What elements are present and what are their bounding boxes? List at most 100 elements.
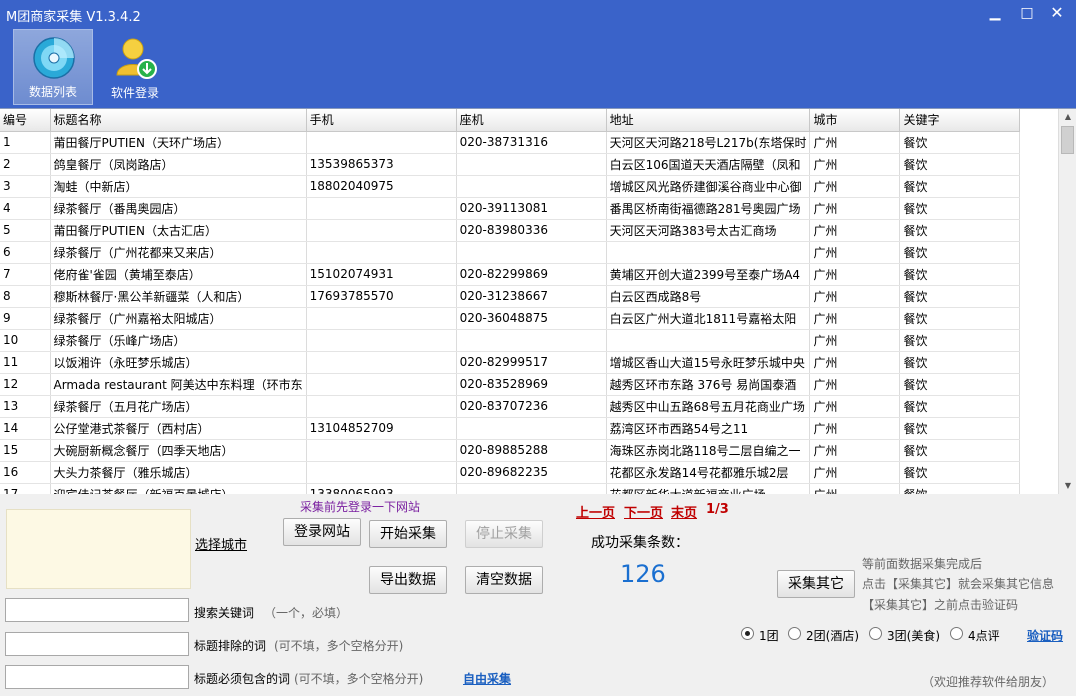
success-count-value: 126: [620, 560, 666, 588]
table-cell: 广州: [809, 285, 901, 308]
export-data-button[interactable]: 导出数据: [369, 566, 447, 594]
column-header[interactable]: 标题名称: [50, 109, 307, 132]
column-header[interactable]: 关键字: [899, 109, 1021, 132]
radio-option-label[interactable]: 3团(美食): [887, 627, 940, 644]
table-cell: 18802040975: [306, 175, 457, 198]
table-row[interactable]: 11 以饭湘许（永旺梦乐城店） 020-82999517 增城区香山大道15号永旺梦乐…: [0, 351, 1021, 374]
table-cell: 3: [0, 175, 51, 198]
data-list-button[interactable]: 数据列表: [13, 29, 93, 105]
radio-option-label[interactable]: 4点评: [968, 627, 1000, 644]
table-cell: 广州: [809, 197, 901, 220]
column-header[interactable]: 地址: [606, 109, 811, 132]
table-cell: 广州: [809, 351, 901, 374]
table-cell: 餐饮: [899, 439, 1021, 462]
table-row[interactable]: 5 莆田餐厅PUTIEN（太古汇店） 020-83980336 天河区天河路383号太…: [0, 219, 1021, 242]
close-button[interactable]: ✕: [1044, 3, 1070, 25]
table-row[interactable]: 14 公仔堂港式茶餐厅（西村店） 13104852709 荔湾区环市西路54号之11 广…: [0, 417, 1021, 440]
table-cell: 花都区新华大道新福商业广场: [606, 483, 811, 494]
maximize-button[interactable]: □: [1014, 3, 1040, 25]
captcha-link[interactable]: 验证码: [1027, 627, 1063, 644]
table-cell: 广州: [809, 153, 901, 176]
table-row[interactable]: 10 绿茶餐厅（乐峰广场店） 广州 餐饮: [0, 329, 1021, 352]
table-cell: 餐饮: [899, 197, 1021, 220]
next-page-link[interactable]: 下一页: [624, 502, 663, 521]
table-row[interactable]: 6 绿茶餐厅（广州花都来又来店） 广州 餐饮: [0, 241, 1021, 264]
table-cell: 大碗厨新概念餐厅（四季天地店）: [50, 439, 307, 462]
table-cell: 海珠区赤岗北路118号二层自编之一: [606, 439, 811, 462]
table-cell: 增城区香山大道15号永旺梦乐城中央: [606, 351, 811, 374]
toolbar: 数据列表 软件登录: [0, 28, 1076, 108]
collect-other-button[interactable]: 采集其它: [777, 570, 855, 598]
last-page-link[interactable]: 末页: [671, 502, 697, 521]
table-cell: 10: [0, 329, 51, 352]
table-cell: 14: [0, 417, 51, 440]
table-cell: 绿茶餐厅（广州嘉裕太阳城店）: [50, 307, 307, 330]
radio-option-1[interactable]: [741, 627, 754, 640]
table-cell: [306, 219, 457, 242]
stop-collect-button[interactable]: 停止采集: [465, 520, 543, 548]
column-header[interactable]: 手机: [306, 109, 457, 132]
table-cell: 7: [0, 263, 51, 286]
city-list-box[interactable]: [6, 509, 191, 589]
column-header[interactable]: 城市: [809, 109, 901, 132]
radio-option-label[interactable]: 2团(酒店): [806, 627, 859, 644]
table-cell: 广州: [809, 417, 901, 440]
table-cell: 白云区广州大道北1811号嘉裕太阳: [606, 307, 811, 330]
table-cell: [306, 197, 457, 220]
table-cell: 迎宾佳记茶餐厅（新福百景城店）: [50, 483, 307, 494]
radio-option-4[interactable]: [950, 627, 963, 640]
exclude-words-input[interactable]: [5, 632, 189, 656]
table-cell: 8: [0, 285, 51, 308]
table-cell: 黄埔区开创大道2399号至泰广场A4: [606, 263, 811, 286]
table-row[interactable]: 12 Armada restaurant 阿美达中东料理（环市东 020-83528…: [0, 373, 1021, 396]
login-hint: 采集前先登录一下网站: [300, 500, 421, 514]
table-cell: 餐饮: [899, 417, 1021, 440]
table-cell: 020-82299869: [456, 263, 607, 286]
include-hint: (可不填，多个空格分开): [294, 672, 424, 686]
table-cell: [606, 329, 811, 352]
table-row[interactable]: 4 绿茶餐厅（番禺奥园店） 020-39113081 番禺区桥南街福德路281号奥园广…: [0, 197, 1021, 220]
minimize-button[interactable]: ▁: [982, 3, 1008, 25]
column-header[interactable]: 座机: [456, 109, 607, 132]
data-table-area: 编号 标题名称 手机 座机 地址 城市 关键字 1 莆田餐厅PUTIEN（天环广场店） 020-…: [0, 108, 1076, 494]
include-words-input[interactable]: [5, 665, 189, 689]
start-collect-button[interactable]: 开始采集: [369, 520, 447, 548]
table-cell: 大头力茶餐厅（雅乐城店）: [50, 461, 307, 484]
prev-page-link[interactable]: 上一页: [576, 502, 615, 521]
table-row[interactable]: 15 大碗厨新概念餐厅（四季天地店） 020-89885288 海珠区赤岗北路118号…: [0, 439, 1021, 462]
scroll-thumb[interactable]: [1061, 126, 1074, 154]
radio-option-label[interactable]: 1团: [759, 627, 779, 644]
table-row[interactable]: 16 大头力茶餐厅（雅乐城店） 020-89682235 花都区永发路14号花都雅乐城…: [0, 461, 1021, 484]
table-cell: [306, 131, 457, 154]
table-cell: [456, 241, 607, 264]
table-cell: 广州: [809, 373, 901, 396]
software-login-button[interactable]: 软件登录: [95, 29, 175, 105]
control-panel: 选择城市 采集前先登录一下网站 登录网站 开始采集 停止采集 导出数据 清空数据…: [0, 494, 1076, 696]
table-row[interactable]: 7 佬府雀'雀园（黄埔至泰店） 15102074931 020-82299869 黄埔区…: [0, 263, 1021, 286]
table-row[interactable]: 17迎宾佳记茶餐厅（新福百景城店）13380065993 花都区新华大道新福商业广…: [0, 483, 1021, 494]
tip-line-1: 等前面数据采集完成后: [862, 557, 983, 571]
select-city-link[interactable]: 选择城市: [195, 534, 247, 553]
table-row[interactable]: 8 穆斯林餐厅·黑公羊新疆菜（人和店） 17693785570 020-3123866…: [0, 285, 1021, 308]
user-download-icon: [116, 38, 157, 79]
scroll-down-icon[interactable]: ▼: [1063, 481, 1073, 491]
table-cell: [456, 175, 607, 198]
login-site-button[interactable]: 登录网站: [283, 518, 361, 546]
radio-option-2[interactable]: [788, 627, 801, 640]
data-table: 编号 标题名称 手机 座机 地址 城市 关键字 1 莆田餐厅PUTIEN（天环广场店） 020-…: [0, 109, 1021, 494]
column-header[interactable]: 编号: [0, 109, 51, 132]
table-row[interactable]: 2 鸽皇餐厅（凤岗路店） 13539865373 白云区106国道天天酒店隔壁（凤和广…: [0, 153, 1021, 176]
vertical-scrollbar[interactable]: ▲ ▼: [1058, 109, 1076, 494]
table-cell: 4: [0, 197, 51, 220]
table-row[interactable]: 9 绿茶餐厅（广州嘉裕太阳城店） 020-36048875 白云区广州大道北1811号…: [0, 307, 1021, 330]
scroll-up-icon[interactable]: ▲: [1063, 112, 1073, 122]
free-collect-link[interactable]: 自由采集: [463, 670, 511, 687]
table-row[interactable]: 3 淘蛙（中新店） 18802040975 增城区风光路侨建御溪谷商业中心御 广州 餐饮: [0, 175, 1021, 198]
search-keyword-input[interactable]: [5, 598, 189, 622]
table-row[interactable]: 1 莆田餐厅PUTIEN（天环广场店） 020-38731316 天河区天河路218号…: [0, 131, 1021, 154]
radio-option-3[interactable]: [869, 627, 882, 640]
table-cell: 以饭湘许（永旺梦乐城店）: [50, 351, 307, 374]
clear-data-button[interactable]: 清空数据: [465, 566, 543, 594]
table-row[interactable]: 13 绿茶餐厅（五月花广场店） 020-83707236 越秀区中山五路68号五月花商…: [0, 395, 1021, 418]
table-cell: 穆斯林餐厅·黑公羊新疆菜（人和店）: [50, 285, 307, 308]
